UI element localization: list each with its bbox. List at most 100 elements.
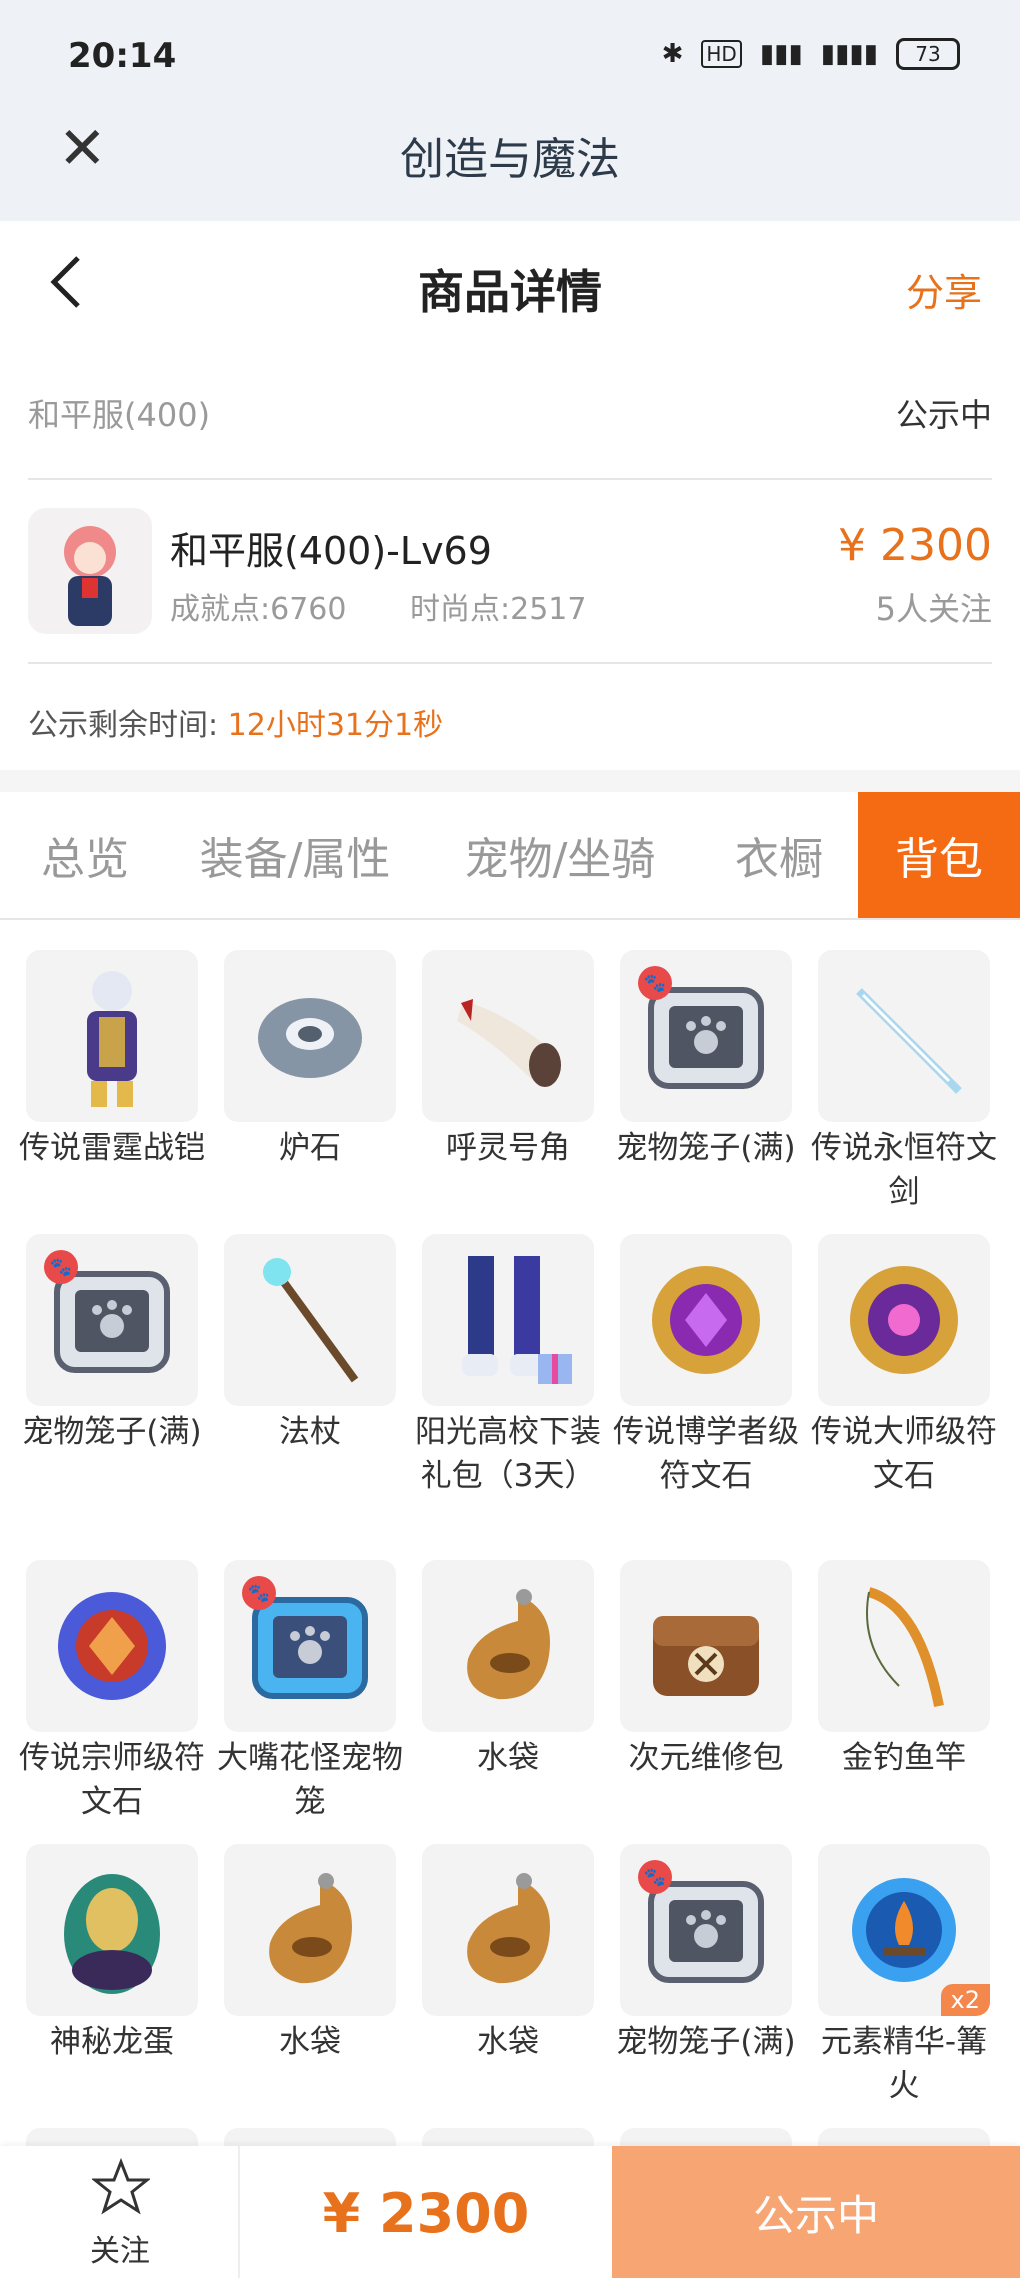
countdown-value: 12小时31分1秒 xyxy=(227,708,444,743)
horn-icon xyxy=(422,950,594,1122)
status-icons: ✱ HD ▮▮▮ ▮▮▮▮ 73 xyxy=(662,38,960,70)
tab-bar: 总览 装备/属性 宠物/坐骑 衣橱 背包 xyxy=(0,792,1020,920)
item-name: 传说宗师级符文石 xyxy=(19,1740,205,1820)
bluetooth-icon: ✱ xyxy=(661,39,684,69)
item-name: 法杖 xyxy=(279,1414,341,1450)
pet-cage-icon: 🐾 xyxy=(620,1844,792,2016)
page-header: 商品详情 分享 xyxy=(0,222,1020,352)
grid-item[interactable]: 水袋 xyxy=(422,1844,594,2064)
grid-item[interactable]: 法杖 xyxy=(224,1234,396,1454)
water-bag-icon xyxy=(422,1560,594,1732)
item-name: 神秘龙蛋 xyxy=(50,2024,174,2060)
status-time: 20:14 xyxy=(68,36,177,76)
fashion-points: 时尚点:2517 xyxy=(410,592,587,627)
armor-icon xyxy=(26,950,198,1122)
grid-item[interactable]: 水袋 xyxy=(422,1560,594,1780)
grid-item[interactable]: 传说大师级符文石 xyxy=(811,1234,997,1498)
star-icon xyxy=(90,2157,152,2220)
app-title: 创造与魔法 xyxy=(400,134,620,185)
paw-badge-icon: 🐾 xyxy=(638,966,672,1000)
item-name: 水袋 xyxy=(477,1740,539,1776)
grid-item[interactable]: 金钓鱼竿 xyxy=(818,1560,990,1780)
divider xyxy=(28,478,992,480)
character-avatar xyxy=(28,508,152,634)
achievement-points: 成就点:6760 xyxy=(170,592,347,627)
hd-icon: HD xyxy=(701,40,742,68)
paw-badge-icon: 🐾 xyxy=(638,1860,672,1894)
pet-cage-icon: 🐾 xyxy=(26,1234,198,1406)
item-name: 呼灵号角 xyxy=(446,1130,570,1166)
product-price: ¥ 2300 xyxy=(838,520,992,571)
item-name: 传说雷霆战铠 xyxy=(19,1130,205,1166)
item-name: 水袋 xyxy=(279,2024,341,2060)
grid-item[interactable]: 炉石 xyxy=(224,950,396,1170)
countdown-label: 公示剩余时间: xyxy=(28,708,219,743)
item-name: 传说博学者级符文石 xyxy=(613,1414,799,1494)
grid-item[interactable]: x2 元素精华-篝火 xyxy=(818,1844,990,2108)
item-name: 炉石 xyxy=(279,1130,341,1166)
paw-badge-icon: 🐾 xyxy=(44,1250,78,1284)
tab-equipment[interactable]: 装备/属性 xyxy=(170,792,420,918)
section-gap xyxy=(0,770,1020,792)
grid-item[interactable]: 🐾 宠物笼子(满) xyxy=(616,950,796,1170)
dragon-egg-icon xyxy=(26,1844,198,2016)
item-name: 宠物笼子(满) xyxy=(616,1130,796,1166)
grid-item[interactable]: 🐾 宠物笼子(满) xyxy=(616,1844,796,2064)
page-title: 商品详情 xyxy=(418,265,602,319)
grid-item[interactable]: 🐾 宠物笼子(满) xyxy=(22,1234,202,1454)
water-bag-icon xyxy=(422,1844,594,2016)
pet-cage-icon: 🐾 xyxy=(620,950,792,1122)
grid-item[interactable]: 传说博学者级符文石 xyxy=(613,1234,799,1498)
follow-label: 关注 xyxy=(90,2234,150,2269)
tab-backpack[interactable]: 背包 xyxy=(858,792,1020,918)
grid-item[interactable]: 🐾 大嘴花怪宠物笼 xyxy=(217,1560,403,1824)
server-row: 和平服(400) 公示中 xyxy=(28,390,992,436)
item-name: 传说永恒符文剑 xyxy=(811,1130,997,1210)
grid-item[interactable]: 阳光高校下装礼包（3天） xyxy=(415,1234,601,1498)
tab-pets[interactable]: 宠物/坐骑 xyxy=(420,792,700,918)
rune-stone-icon xyxy=(26,1560,198,1732)
bottom-price: ¥ 2300 xyxy=(322,2182,530,2245)
signal-5g-icon: ▮▮▮ xyxy=(759,39,803,69)
water-bag-icon xyxy=(224,1844,396,2016)
divider xyxy=(28,662,992,664)
item-name: 元素精华-篝火 xyxy=(820,2024,988,2104)
tab-overview[interactable]: 总览 xyxy=(0,792,170,918)
paw-badge-icon: 🐾 xyxy=(242,1576,276,1610)
rune-stone-icon xyxy=(620,1234,792,1406)
publicity-button[interactable]: 公示中 xyxy=(612,2146,1020,2278)
sword-icon xyxy=(818,950,990,1122)
bonfire-icon: x2 xyxy=(818,1844,990,2016)
grid-item[interactable]: 水袋 xyxy=(224,1844,396,2064)
grid-item[interactable]: 呼灵号角 xyxy=(422,950,594,1170)
item-name: 水袋 xyxy=(477,2024,539,2060)
item-name: 宠物笼子(满) xyxy=(616,2024,796,2060)
rune-stone-icon xyxy=(818,1234,990,1406)
repair-bag-icon xyxy=(620,1560,792,1732)
item-name: 宠物笼子(满) xyxy=(22,1414,202,1450)
item-name: 金钓鱼竿 xyxy=(842,1740,966,1776)
item-name: 阳光高校下装礼包（3天） xyxy=(415,1414,601,1494)
share-button[interactable]: 分享 xyxy=(906,262,982,317)
product-stats: 成就点:6760 时尚点:2517 xyxy=(170,584,640,628)
status-label: 公示中 xyxy=(895,396,992,434)
watcher-count: 5人关注 xyxy=(875,590,992,628)
bottom-bar: 关注 ¥ 2300 公示中 xyxy=(0,2146,1020,2278)
grid-item[interactable]: 神秘龙蛋 xyxy=(26,1844,198,2064)
grid-item[interactable]: 传说永恒符文剑 xyxy=(811,950,997,1214)
tab-wardrobe[interactable]: 衣橱 xyxy=(700,792,858,918)
server-name: 和平服(400) xyxy=(28,396,211,434)
staff-icon xyxy=(224,1234,396,1406)
grid-item[interactable]: 传说雷霆战铠 xyxy=(19,950,205,1170)
product-name: 和平服(400)-Lv69 xyxy=(170,529,492,573)
grid-item[interactable]: 传说宗师级符文石 xyxy=(19,1560,205,1824)
blue-cage-icon: 🐾 xyxy=(224,1560,396,1732)
grid-item[interactable]: 次元维修包 xyxy=(620,1560,792,1780)
quantity-badge: x2 xyxy=(940,1984,990,2016)
item-name: 大嘴花怪宠物笼 xyxy=(217,1740,403,1820)
fishing-rod-icon xyxy=(818,1560,990,1732)
product-summary: 和平服(400)-Lv69 成就点:6760 时尚点:2517 ¥ 2300 5… xyxy=(28,508,992,636)
app-bar: ✕ 创造与魔法 xyxy=(0,95,1020,221)
follow-button[interactable]: 关注 xyxy=(0,2146,240,2278)
signal-5g-icon-2: ▮▮▮▮ xyxy=(820,39,878,69)
